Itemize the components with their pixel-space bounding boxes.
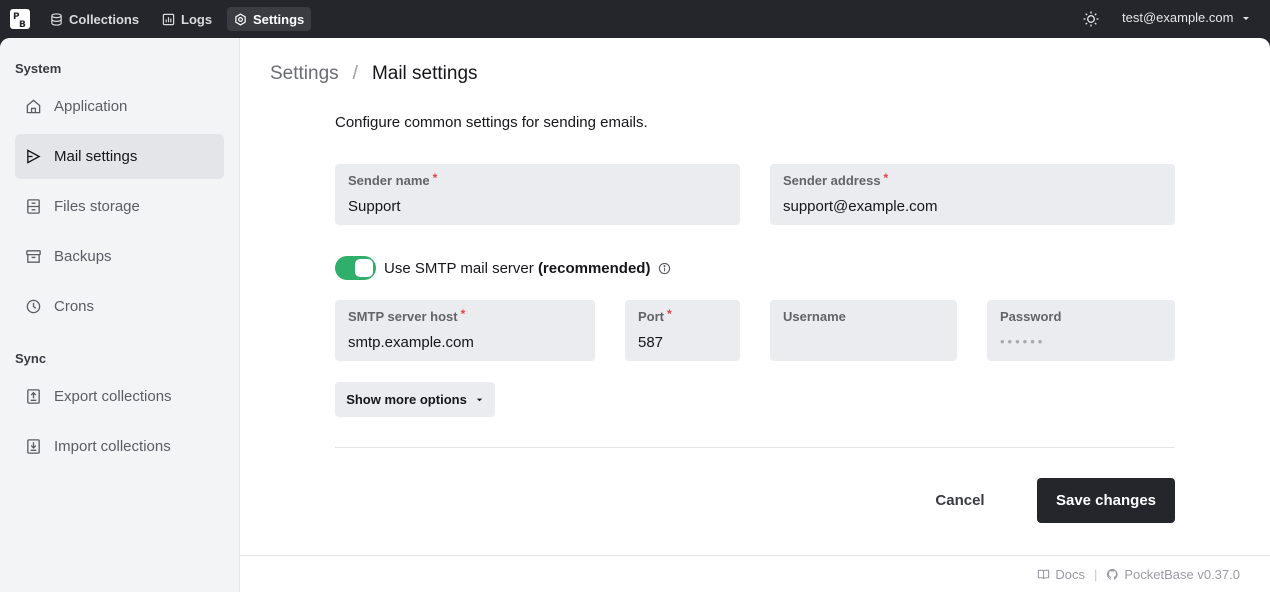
nav-label: Settings: [253, 11, 305, 27]
footer-separator: |: [1093, 566, 1098, 582]
info-icon[interactable]: [658, 260, 671, 277]
sidebar-item-files-storage[interactable]: Files storage: [15, 184, 224, 229]
sender-name-input[interactable]: Support: [348, 198, 401, 215]
port-input[interactable]: 587: [638, 334, 663, 351]
password-field[interactable]: Password ••••••: [987, 300, 1175, 361]
sender-address-field[interactable]: Sender address * support@example.com: [770, 164, 1175, 225]
smtp-toggle-label[interactable]: Use SMTP mail server (recommended): [384, 260, 650, 277]
home-icon: [26, 99, 41, 114]
sidebar-item-label: Mail settings: [54, 148, 138, 165]
docs-link[interactable]: Docs: [1037, 566, 1085, 582]
import-icon: [27, 439, 40, 454]
sun-icon[interactable]: [1082, 10, 1100, 28]
pocketbase-logo-icon[interactable]: P B: [9, 8, 31, 30]
sender-address-input[interactable]: support@example.com: [783, 198, 937, 215]
sidebar-item-label: Crons: [54, 298, 95, 315]
clock-icon: [26, 299, 41, 314]
intro-text: Configure common settings for sending em…: [335, 114, 648, 131]
required-marker: *: [432, 171, 438, 185]
book-icon: [1038, 569, 1050, 580]
sidebar-section-sync: Sync: [15, 351, 47, 366]
sidebar-item-label: Backups: [54, 248, 112, 265]
send-icon: [27, 149, 41, 164]
smtp-toggle[interactable]: [335, 256, 376, 280]
port-field[interactable]: Port * 587: [625, 300, 740, 361]
version-link[interactable]: PocketBase v0.37.0: [1106, 566, 1240, 582]
toggle-knob: [355, 259, 373, 277]
sidebar-item-crons[interactable]: Crons: [15, 284, 224, 329]
github-icon: [1107, 568, 1119, 580]
page-title: Mail settings: [371, 63, 478, 84]
sidebar-section-system: System: [15, 61, 62, 76]
chevron-down-icon: [476, 398, 483, 402]
sender-name-field[interactable]: Sender name * Support: [335, 164, 740, 225]
sidebar-item-import-collections[interactable]: Import collections: [15, 424, 224, 469]
field-label: SMTP server host *: [348, 307, 466, 324]
field-label: Sender address *: [783, 171, 889, 188]
password-input[interactable]: ••••••: [1000, 334, 1045, 349]
archive-icon: [26, 250, 41, 263]
storage-icon: [27, 199, 40, 214]
field-label: Username: [783, 309, 846, 324]
sidebar-item-mail-settings[interactable]: Mail settings: [15, 134, 224, 179]
smtp-toggle-row: Use SMTP mail server (recommended): [335, 256, 671, 280]
field-label: Sender name *: [348, 171, 438, 188]
save-changes-button[interactable]: Save changes: [1037, 478, 1175, 523]
chart-icon: [162, 13, 175, 25]
nav-label: Logs: [181, 11, 213, 27]
breadcrumb-separator: /: [352, 63, 358, 84]
app-shell: System Application Mail settings Files s…: [0, 38, 1270, 592]
sidebar-item-application[interactable]: Application: [15, 84, 224, 129]
footer: Docs | PocketBase v0.37.0: [240, 555, 1270, 592]
sidebar-item-label: Import collections: [54, 438, 171, 455]
nav-settings[interactable]: Settings: [227, 7, 312, 31]
nav-label: Collections: [69, 11, 140, 27]
sidebar-item-export-collections[interactable]: Export collections: [15, 374, 224, 419]
field-label: Port *: [638, 307, 672, 324]
chevron-down-icon: [1243, 16, 1250, 20]
settings-sidebar: System Application Mail settings Files s…: [0, 38, 240, 592]
nav-collections[interactable]: Collections: [43, 7, 146, 31]
sidebar-item-label: Application: [54, 98, 128, 115]
username-field[interactable]: Username: [770, 300, 957, 361]
required-marker: *: [883, 171, 889, 185]
sidebar-item-label: Export collections: [54, 388, 172, 405]
field-label: Password: [1000, 309, 1062, 324]
sidebar-item-backups[interactable]: Backups: [15, 234, 224, 279]
user-email: test@example.com: [1122, 10, 1234, 25]
sidebar-item-label: Files storage: [54, 198, 140, 215]
breadcrumb-root[interactable]: Settings: [270, 63, 339, 85]
gear-icon: [235, 12, 246, 26]
show-more-options-button[interactable]: Show more options: [335, 382, 495, 417]
svg-text:B: B: [19, 20, 26, 30]
user-menu[interactable]: test@example.com: [1122, 10, 1251, 25]
required-marker: *: [460, 307, 466, 321]
smtp-host-input[interactable]: smtp.example.com: [348, 334, 474, 351]
cancel-button[interactable]: Cancel: [910, 478, 1010, 523]
export-icon: [27, 389, 40, 404]
nav-logs[interactable]: Logs: [155, 7, 219, 31]
breadcrumb: Settings / Mail settings: [270, 63, 478, 85]
smtp-host-field[interactable]: SMTP server host * smtp.example.com: [335, 300, 595, 361]
button-label: Show more options: [346, 392, 467, 407]
database-icon: [51, 12, 62, 26]
top-bar: P B Collections Logs Settings test@examp…: [0, 0, 1270, 38]
required-marker: *: [667, 307, 672, 321]
divider: [335, 447, 1175, 448]
